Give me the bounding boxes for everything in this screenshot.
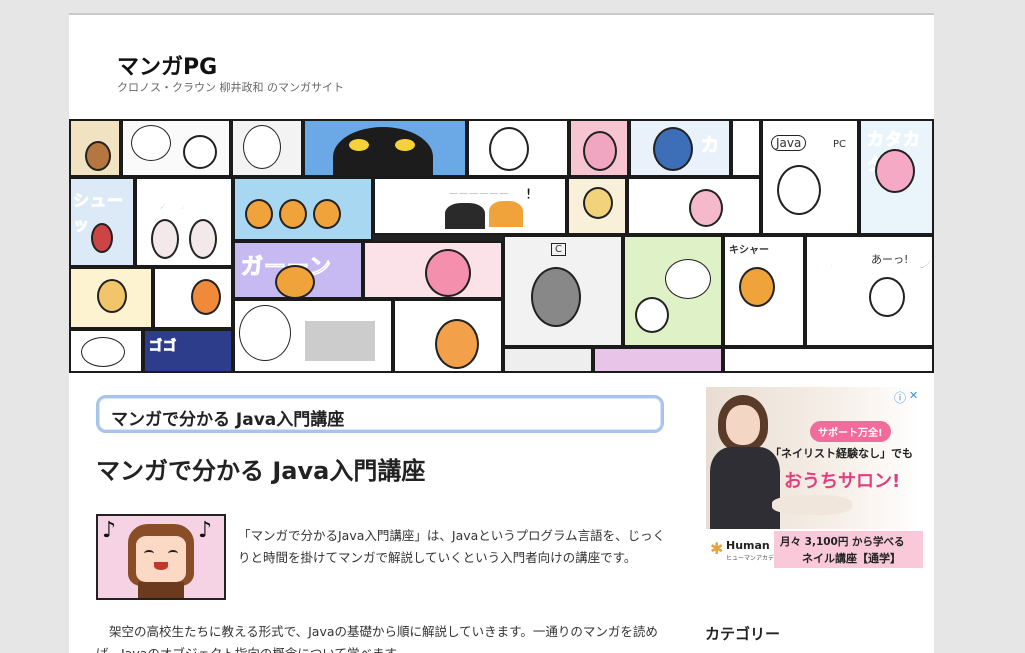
ad-headline-2: おうちサロン! bbox=[784, 471, 901, 492]
manga-panel bbox=[363, 241, 503, 299]
header-banner-image[interactable]: カ Java PC カタカタ シューッ ザッ フギャ──────ッ! bbox=[69, 119, 934, 373]
ad-badge: サポート万全! bbox=[810, 421, 891, 442]
manga-panel bbox=[121, 119, 231, 177]
manga-panel bbox=[503, 347, 593, 373]
intro-text: 「マンガで分かるJava入門講座」は、Javaというプログラム言語を、じっくりと… bbox=[238, 528, 666, 565]
page-container: マンガPG クロノス・クラウン 柳井政和 のマンガサイト カ Java PC カ… bbox=[69, 13, 934, 653]
music-note-icon: ♪ bbox=[198, 518, 213, 543]
ad-info-icon[interactable]: ⓘ bbox=[894, 389, 906, 406]
manga-panel: パリッ ワッ あーっ! ブ bbox=[805, 235, 934, 347]
ad-close-icon[interactable]: ✕ bbox=[909, 389, 918, 402]
manga-panel bbox=[623, 235, 723, 347]
manga-panel: C bbox=[503, 235, 623, 347]
manga-panel bbox=[231, 119, 303, 177]
manga-panel bbox=[569, 119, 629, 177]
manga-panel bbox=[233, 299, 393, 373]
manga-panel: フギャ──────ッ! bbox=[373, 177, 567, 235]
manga-panel bbox=[69, 329, 143, 373]
manga-panel: えー bbox=[723, 347, 934, 373]
manga-panel: Java PC bbox=[761, 119, 859, 235]
ad-brand-logo: ✱ Human ヒューマンアカデミー bbox=[710, 539, 787, 562]
advertisement[interactable]: ⓘ ✕ サポート万全! 「ネイリスト経験なし」でも おうちサロン! ✱ Huma… bbox=[706, 387, 923, 568]
manga-panel bbox=[731, 119, 761, 177]
ad-price-line: 月々 3,100円 から学べる bbox=[780, 536, 905, 548]
site-title[interactable]: マンガPG bbox=[117, 49, 217, 81]
entry-title: マンガで分かる Java入門講座 bbox=[96, 457, 426, 485]
manga-panel bbox=[303, 119, 467, 177]
body-paragraph: 架空の高校生たちに教える形式で、Javaの基礎から順に解説していきます。一通りの… bbox=[96, 624, 658, 653]
manga-panel bbox=[567, 177, 627, 235]
manga-panel bbox=[233, 177, 373, 241]
manga-panel: カ bbox=[629, 119, 731, 177]
entry-title-banner: マンガで分かる Java入門講座 bbox=[96, 395, 664, 433]
manga-panel: シューッ bbox=[69, 177, 135, 267]
manga-panel bbox=[627, 177, 761, 235]
manga-panel: ゴゴ bbox=[143, 329, 233, 373]
manga-panel bbox=[593, 347, 723, 373]
brand-logo-icon: ✱ bbox=[710, 539, 724, 558]
manga-panel bbox=[69, 267, 153, 329]
ad-course-line: ネイル講座【通学】 bbox=[802, 552, 901, 565]
manga-panel: キシャー bbox=[723, 235, 805, 347]
manga-panel: ガーーン bbox=[233, 241, 363, 299]
entry-banner-label: マンガで分かる Java入門講座 bbox=[111, 410, 345, 430]
manga-panel: クル bbox=[153, 267, 233, 329]
site-description: クロノス・クラウン 柳井政和 のマンガサイト bbox=[117, 81, 344, 94]
ad-headline-1: 「ネイリスト経験なし」でも bbox=[770, 447, 913, 460]
sidebar-category-title: カテゴリー bbox=[705, 625, 781, 643]
manga-panel bbox=[467, 119, 569, 177]
manga-panel bbox=[69, 119, 121, 177]
music-note-icon: ♪ bbox=[102, 518, 117, 543]
manga-panel: カタカタ bbox=[859, 119, 934, 235]
manga-panel: ザッ bbox=[135, 177, 233, 267]
character-thumbnail: ♪ ♪ bbox=[96, 514, 226, 600]
manga-panel bbox=[393, 299, 503, 373]
